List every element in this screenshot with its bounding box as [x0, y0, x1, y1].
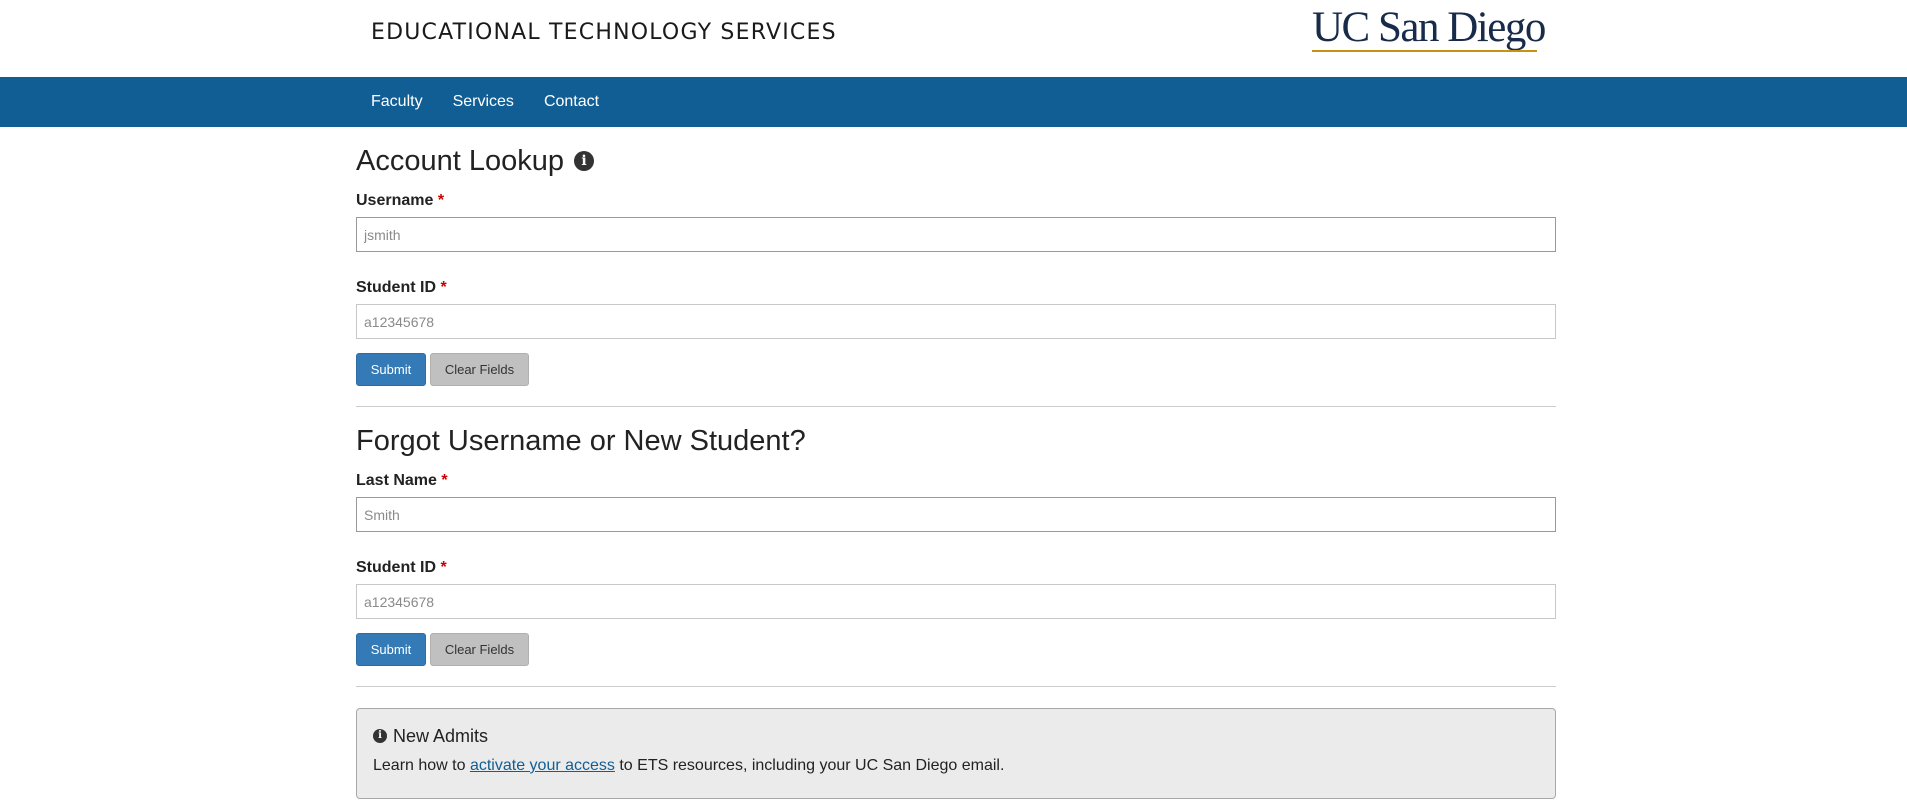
forgot-username-title: Forgot Username or New Student?: [356, 424, 806, 457]
nav-items: Faculty Services Contact: [371, 77, 629, 127]
new-admits-title: New Admits: [393, 725, 489, 746]
info-circle-icon[interactable]: i: [573, 151, 594, 171]
required-mark: *: [440, 559, 447, 576]
last-name-input[interactable]: [356, 497, 1556, 532]
main-nav: Faculty Services Contact: [0, 77, 1907, 127]
site-title[interactable]: EDUCATIONAL TECHNOLOGY SERVICES: [371, 20, 837, 45]
activate-access-link[interactable]: activate your access: [470, 757, 615, 774]
main-content: Account Lookup i Username * Student ID *…: [356, 127, 1556, 799]
new-admits-alert: i New Admits Learn how to activate your …: [356, 708, 1556, 799]
submit-button[interactable]: Submit: [356, 633, 426, 666]
submit-button[interactable]: Submit: [356, 353, 426, 386]
logo-wordmark: UC San Diego: [1312, 4, 1546, 51]
required-mark: *: [440, 279, 447, 296]
student-id-label: Student ID *: [356, 559, 447, 576]
info-circle-icon: i: [373, 729, 387, 743]
nav-item-services[interactable]: Services: [453, 93, 514, 111]
forgot-username-buttons: Submit Clear Fields: [356, 633, 1556, 666]
student-id-input[interactable]: [356, 584, 1556, 619]
account-lookup-title: Account Lookup: [356, 144, 564, 177]
last-name-label: Last Name *: [356, 472, 448, 489]
student-id-label: Student ID *: [356, 279, 447, 296]
clear-fields-button[interactable]: Clear Fields: [430, 353, 529, 386]
required-mark: *: [437, 192, 445, 209]
section-divider: [356, 406, 1556, 407]
nav-item-contact[interactable]: Contact: [544, 93, 599, 111]
site-header: EDUCATIONAL TECHNOLOGY SERVICES UC San D…: [0, 0, 1907, 77]
clear-fields-button[interactable]: Clear Fields: [430, 633, 529, 666]
new-admits-heading: i New Admits: [373, 725, 1539, 747]
account-lookup-heading: Account Lookup i: [356, 143, 1556, 179]
nav-item-faculty[interactable]: Faculty: [371, 93, 423, 111]
logo-underline: [1312, 50, 1537, 52]
account-lookup-buttons: Submit Clear Fields: [356, 353, 1556, 386]
new-admits-text: Learn how to activate your access to ETS…: [373, 757, 1005, 774]
section-divider: [356, 686, 1556, 687]
username-input[interactable]: [356, 217, 1556, 252]
username-label: Username *: [356, 192, 445, 209]
forgot-username-heading: Forgot Username or New Student?: [356, 423, 1556, 459]
required-mark: *: [441, 472, 448, 489]
student-id-input[interactable]: [356, 304, 1556, 339]
ucsd-logo[interactable]: UC San Diego: [1312, 4, 1546, 54]
